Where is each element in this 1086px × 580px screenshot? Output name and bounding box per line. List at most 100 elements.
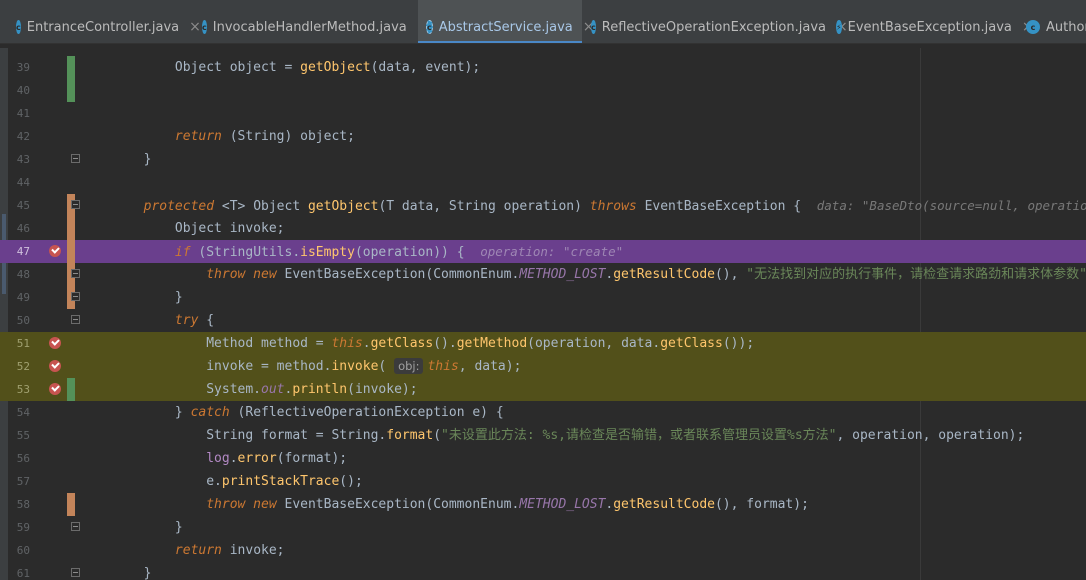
code-token: this (331, 336, 363, 351)
code-line[interactable]: 44 (0, 171, 1086, 194)
line-number: 43 (16, 153, 30, 166)
code-text[interactable]: return invoke; (81, 539, 285, 562)
code-token: METHOD_LOST (519, 497, 606, 512)
line-number: 50 (16, 314, 30, 327)
code-text[interactable]: } (81, 148, 152, 171)
debugger-inline-value: data: "BaseDto(source=null, operation=cr… (816, 198, 1086, 213)
code-token: (operation)) { (354, 245, 481, 260)
code-text[interactable]: Method method = this.getClass().getMetho… (81, 332, 754, 355)
code-token: { (206, 313, 215, 328)
breakpoint-icon[interactable] (49, 337, 61, 349)
fold-toggle-icon[interactable] (71, 154, 80, 163)
code-token: e. (81, 474, 222, 489)
code-line[interactable]: 41 (0, 102, 1086, 125)
code-text[interactable]: System.out.println(invoke); (81, 378, 417, 401)
code-token: isEmpty (300, 245, 355, 260)
code-line[interactable]: 42 return (String) object; (0, 125, 1086, 148)
code-token: getClass (660, 336, 723, 351)
breakpoint-icon[interactable] (49, 360, 61, 372)
vcs-change-marker[interactable] (67, 217, 75, 240)
code-token: (operation, data. (527, 336, 661, 351)
breakpoint-icon[interactable] (49, 245, 61, 257)
line-number: 49 (16, 291, 30, 304)
fold-toggle-icon[interactable] (71, 522, 80, 531)
code-line[interactable]: 43 } (0, 148, 1086, 171)
code-token: } (81, 290, 183, 305)
code-line[interactable]: 54 } catch (ReflectiveOperationException… (0, 401, 1086, 424)
code-token: } (81, 405, 191, 420)
code-token: println (292, 382, 348, 397)
code-text[interactable]: Object invoke; (81, 217, 285, 240)
code-text[interactable]: } catch (ReflectiveOperationException e)… (81, 401, 504, 424)
vcs-change-marker[interactable] (67, 493, 75, 516)
code-text[interactable]: e.printStackTrace(); (81, 470, 363, 493)
code-line[interactable]: 49 } (0, 286, 1086, 309)
code-editor[interactable]: 3839 Object object = getObject(data, eve… (0, 44, 1086, 580)
code-line[interactable]: 52 invoke = method.invoke( obj: this, dat… (0, 355, 1086, 378)
code-text[interactable]: invoke = method.invoke( obj: this, data); (81, 355, 521, 378)
line-number: 57 (16, 475, 30, 488)
code-line[interactable]: 60 return invoke; (0, 539, 1086, 562)
fold-toggle-icon[interactable] (71, 568, 80, 577)
tab-label: EntranceController.java (26, 19, 180, 35)
vcs-change-marker[interactable] (67, 240, 75, 263)
tab-invocablehandlermethod-java[interactable]: cInvocableHandlerMethod.java× (194, 0, 429, 43)
code-line[interactable]: 53 System.out.println(invoke); (0, 378, 1086, 401)
tab-abstractservice-java[interactable]: c AbstractService.java × (418, 0, 594, 43)
code-token: (T data, String operation) (378, 199, 590, 214)
code-line[interactable]: 58 throw new EventBaseException(CommonEn… (0, 493, 1086, 516)
code-line[interactable]: 57 e.printStackTrace(); (0, 470, 1086, 493)
code-line[interactable]: 50 try { (0, 309, 1086, 332)
code-token: Method method = (81, 336, 332, 351)
code-text[interactable]: try { (81, 309, 214, 332)
code-line[interactable]: 59 } (0, 516, 1086, 539)
code-text[interactable]: if (StringUtils.isEmpty(operation)) { op… (81, 240, 623, 263)
code-line[interactable]: 56 log.error(format); (0, 447, 1086, 470)
code-token: (StringUtils. (198, 245, 301, 260)
tab-label: Author (1046, 19, 1086, 35)
code-line[interactable]: 45 protected <T> Object getObject(T data… (0, 194, 1086, 217)
code-text[interactable]: String format = String.format("未设置此方法: %… (81, 424, 1024, 447)
code-text[interactable]: } (81, 516, 183, 539)
breakpoint-icon[interactable] (49, 383, 61, 395)
code-token: (), format); (714, 497, 809, 512)
code-token: . (229, 451, 238, 466)
code-token: getObject (307, 199, 379, 214)
line-number: 40 (16, 84, 30, 97)
code-text[interactable]: throw new EventBaseException(CommonEnum.… (81, 493, 809, 516)
code-token: <T> Object (221, 199, 308, 214)
fold-toggle-icon[interactable] (71, 200, 80, 209)
code-token: getMethod (456, 336, 528, 351)
code-line[interactable]: 55 String format = String.format("未设置此方法… (0, 424, 1086, 447)
tab-entrancecontroller-java[interactable]: c EntranceController.java × (0, 0, 201, 43)
fold-toggle-icon[interactable] (71, 315, 80, 324)
code-text[interactable]: throw new EventBaseException(CommonEnum.… (81, 263, 1086, 286)
code-text[interactable]: Object object = getObject(data, event); (81, 56, 480, 79)
tab-label: InvocableHandlerMethod.java (212, 19, 407, 35)
line-number: 45 (16, 199, 30, 212)
tab-label: EventBaseException.java (847, 19, 1012, 35)
code-text[interactable]: } (81, 562, 152, 580)
code-line[interactable]: 61 } (0, 562, 1086, 580)
vcs-change-marker[interactable] (67, 79, 75, 102)
tab-author[interactable]: c Author (1018, 0, 1086, 43)
code-line[interactable]: 48 throw new EventBaseException(CommonEn… (0, 263, 1086, 286)
code-token: , operation, operation); (836, 428, 1025, 443)
code-line[interactable]: 39 Object object = getObject(data, event… (0, 56, 1086, 79)
code-token: System. (81, 382, 262, 397)
code-text[interactable]: log.error(format); (81, 447, 347, 470)
fold-toggle-icon[interactable] (71, 292, 80, 301)
code-line[interactable]: 46 Object invoke; (0, 217, 1086, 240)
code-line[interactable]: 51 Method method = this.getClass().getMe… (0, 332, 1086, 355)
tab-reflectiveoperationexception-java[interactable]: c ReflectiveOperationException.java × (583, 0, 848, 43)
vcs-change-marker[interactable] (67, 378, 75, 401)
code-text[interactable]: return (String) object; (81, 125, 355, 148)
tab-eventbaseexception-java[interactable]: ⚡EventBaseException.java× (828, 0, 1034, 43)
code-line[interactable]: 40 (0, 79, 1086, 102)
code-token: (); (339, 474, 363, 489)
code-line[interactable]: 47 if (StringUtils.isEmpty(operation)) {… (0, 240, 1086, 263)
code-text[interactable]: } (81, 286, 183, 309)
fold-toggle-icon[interactable] (71, 269, 80, 278)
vcs-change-marker[interactable] (67, 56, 75, 79)
code-text[interactable]: protected <T> Object getObject(T data, S… (81, 194, 1086, 217)
